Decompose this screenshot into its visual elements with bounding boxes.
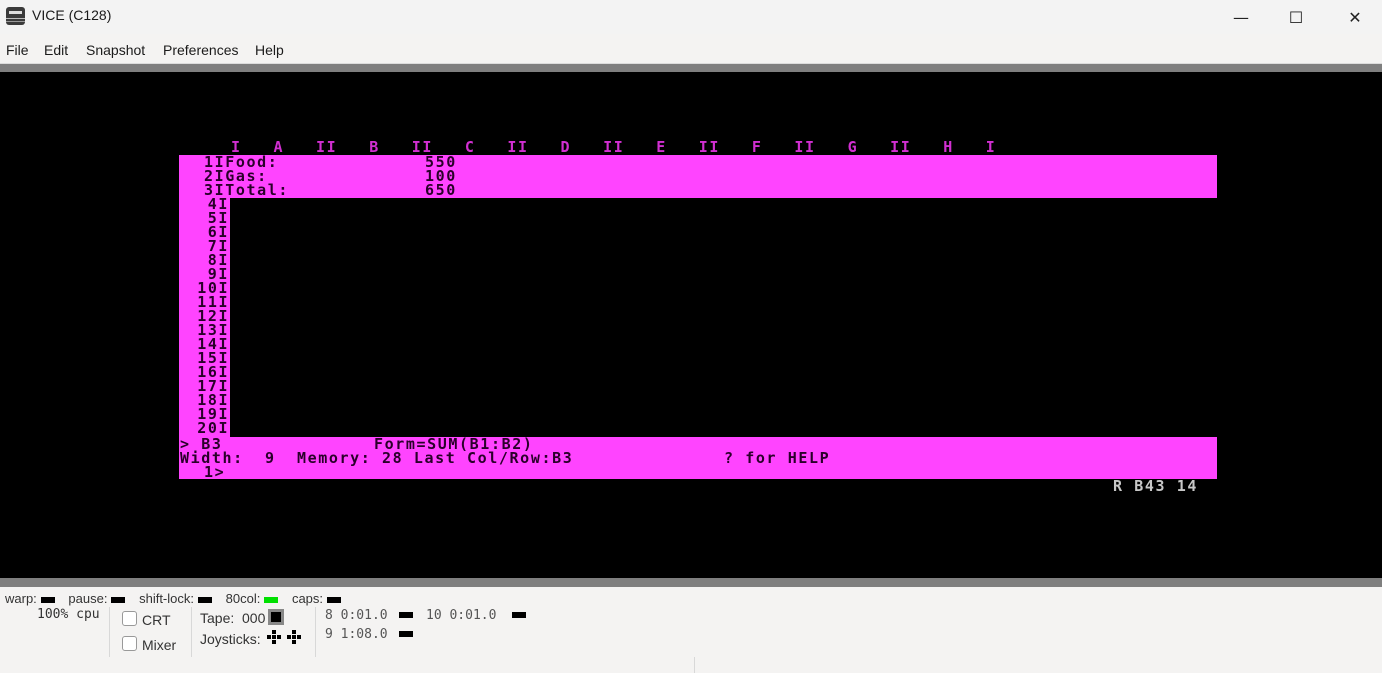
drive-10-status: 10 0:01.0 xyxy=(426,608,497,623)
close-button[interactable]: ✕ xyxy=(1326,0,1382,34)
tape-control-button[interactable] xyxy=(268,609,284,625)
tape-label: Tape: xyxy=(200,610,235,626)
maximize-icon: ☐ xyxy=(1288,7,1304,27)
drive-8-status: 8 0:01.0 xyxy=(325,608,388,623)
column-header: I A II B II C II D II E II F II G II H I xyxy=(231,138,997,156)
indicators: warp: pause: shift-lock: 80col: caps: xyxy=(5,591,342,606)
joystick-icons xyxy=(267,630,301,644)
menu-preferences[interactable]: Preferences xyxy=(163,42,238,58)
vice-app-icon xyxy=(6,7,25,25)
joystick-2-icon xyxy=(287,630,301,644)
menu-file[interactable]: File xyxy=(6,42,29,58)
joystick-1-icon xyxy=(267,630,281,644)
crt-label[interactable]: CRT xyxy=(142,612,171,628)
menu-bar: File Edit Snapshot Preferences Help xyxy=(0,34,1382,64)
shift-lock-label: shift-lock: xyxy=(139,591,194,606)
menu-edit[interactable]: Edit xyxy=(44,42,68,58)
joysticks-label: Joysticks: xyxy=(200,631,261,647)
corner-status: R B43 14 xyxy=(1113,477,1199,495)
drive-8-led xyxy=(399,612,413,618)
warp-led xyxy=(40,596,55,603)
window-title: VICE (C128) xyxy=(32,7,112,23)
minimize-icon: — xyxy=(1233,7,1249,27)
drive-10-led xyxy=(512,612,526,618)
80col-label: 80col: xyxy=(225,591,261,606)
tape-counter: 000 xyxy=(242,610,266,626)
cpu-usage: 100% cpu xyxy=(37,607,100,622)
minimize-button[interactable]: — xyxy=(1212,0,1270,34)
close-icon: ✕ xyxy=(1348,7,1362,27)
80col-led xyxy=(264,596,279,603)
cell-a3[interactable]: Total: xyxy=(225,181,289,199)
rows-highlight-band xyxy=(179,155,1217,198)
crt-checkbox[interactable] xyxy=(122,611,137,626)
caps-label: caps: xyxy=(291,591,324,606)
mixer-checkbox[interactable] xyxy=(122,636,137,651)
row-number: 20I xyxy=(197,419,230,437)
cell-b3[interactable]: 650 xyxy=(425,183,457,198)
drive-9-status: 9 1:08.0 xyxy=(325,627,388,642)
divider xyxy=(315,607,316,657)
menu-help[interactable]: Help xyxy=(255,42,284,58)
pause-label: pause: xyxy=(68,591,108,606)
menu-snapshot[interactable]: Snapshot xyxy=(86,42,145,58)
shift-lock-led xyxy=(198,596,212,603)
warp-label: warp: xyxy=(5,591,37,606)
status-bar: warp: pause: shift-lock: 80col: caps: 10… xyxy=(0,587,1382,673)
maximize-button[interactable]: ☐ xyxy=(1267,0,1325,34)
drive-9-led xyxy=(399,631,413,637)
command-prompt[interactable]: 1> xyxy=(204,465,225,480)
emulator-screen[interactable]: I A II B II C II D II E II F II G II H I… xyxy=(0,72,1382,578)
mixer-label[interactable]: Mixer xyxy=(142,637,176,653)
divider xyxy=(191,607,192,657)
screen-border-bottom xyxy=(0,578,1382,587)
screen-border-top xyxy=(0,64,1382,72)
caps-led xyxy=(327,596,342,603)
title-bar: VICE (C128) — ☐ ✕ xyxy=(0,0,1382,34)
divider xyxy=(694,657,695,673)
divider xyxy=(109,607,110,657)
help-hint: ? for HELP xyxy=(724,449,831,467)
status-line: Width: 9 Memory: 28 Last Col/Row:B3 xyxy=(180,449,574,467)
pause-led xyxy=(111,596,126,603)
